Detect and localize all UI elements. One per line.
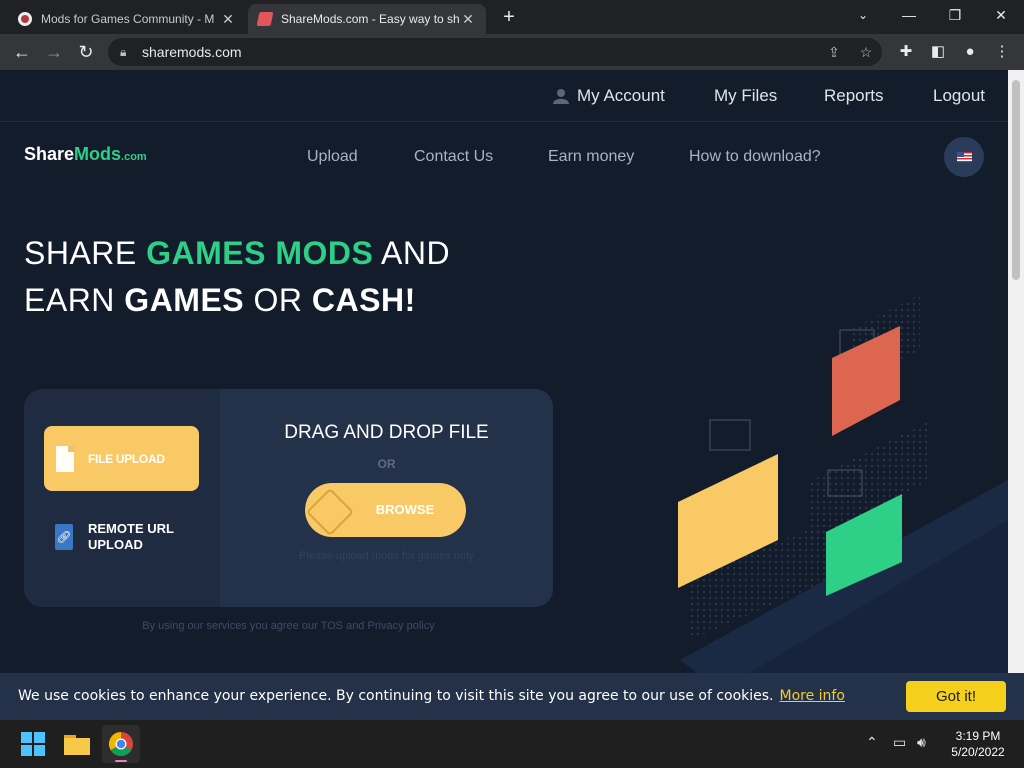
nav-how-to-download[interactable]: How to download? xyxy=(689,148,821,166)
minimize-icon[interactable]: — xyxy=(886,0,932,30)
tab-title: ShareMods.com - Easy way to sh xyxy=(281,12,460,26)
back-arrow-icon[interactable]: ← xyxy=(8,38,36,66)
browser-menu-kebab-icon[interactable]: ⋮ xyxy=(988,38,1016,66)
browser-tab-mods-community[interactable]: Mods for Games Community - M ✕ xyxy=(8,4,246,34)
file-upload-label: FILE UPLOAD xyxy=(88,451,165,466)
language-selector[interactable] xyxy=(944,137,984,177)
share-icon[interactable]: ⇪ xyxy=(822,38,846,66)
remote-url-upload-button[interactable]: 🔗︎ REMOTE URL UPLOAD xyxy=(44,507,199,567)
document-icon xyxy=(56,445,74,472)
logo-share-text: Share xyxy=(24,144,75,164)
browser-tab-bar: Mods for Games Community - M ✕ ShareMods… xyxy=(0,0,1024,34)
scrollbar-thumb[interactable] xyxy=(1012,80,1020,280)
clock-date: 5/20/2022 xyxy=(951,745,1005,759)
windows-taskbar: ⌃ ▭ 🔊︎ 3:19 PM 5/20/2022 xyxy=(0,720,1024,768)
hero-line-2: EARN GAMES OR CASH! xyxy=(24,277,450,324)
cookie-consent-bar: We use cookies to enhance your experienc… xyxy=(0,673,1024,720)
browser-tab-sharemods[interactable]: ShareMods.com - Easy way to sh ✕ xyxy=(248,4,486,34)
window-close-icon[interactable]: ✕ xyxy=(978,0,1024,30)
new-tab-plus-icon[interactable]: + xyxy=(498,6,520,28)
logo-com-text: .com xyxy=(121,151,147,163)
reports-link[interactable]: Reports xyxy=(824,86,884,106)
cookie-message: We use cookies to enhance your experienc… xyxy=(18,688,845,704)
side-panel-icon[interactable]: ◧ xyxy=(924,38,952,66)
taskbar-clock[interactable]: 3:19 PM 5/20/2022 xyxy=(942,728,1014,760)
url-text: sharemods.com xyxy=(142,44,242,60)
hero-bold: GAMES xyxy=(124,282,245,318)
account-nav: My Account My Files Reports Logout xyxy=(0,70,1008,122)
browse-button[interactable]: BROWSE xyxy=(305,483,466,537)
extensions-puzzle-icon[interactable]: ✚ xyxy=(892,38,920,66)
hero-bold: CASH! xyxy=(311,282,416,318)
hero-text: OR xyxy=(244,282,312,318)
nav-contact-us[interactable]: Contact Us xyxy=(414,148,493,166)
tab-search-chevron-icon[interactable]: ⌄ xyxy=(840,0,886,30)
tab-title: Mods for Games Community - M xyxy=(41,12,215,26)
isometric-folders-illustration xyxy=(600,295,1008,720)
restore-icon[interactable]: ❐ xyxy=(932,0,978,30)
upload-hint: Please upload mods for games only xyxy=(299,550,474,562)
file-upload-button[interactable]: FILE UPLOAD xyxy=(44,426,199,491)
nav-earn-money[interactable]: Earn money xyxy=(548,148,634,166)
tray-chevron-up-icon[interactable]: ⌃ xyxy=(866,734,878,751)
profile-avatar-icon[interactable]: ● xyxy=(956,38,984,66)
mods-community-favicon-icon xyxy=(18,12,32,26)
sharemods-logo[interactable]: ShareMods.com xyxy=(24,144,147,165)
hero-text: EARN xyxy=(24,282,125,318)
remote-url-line-1: REMOTE URL xyxy=(88,521,174,536)
browser-toolbar: ← → ↻ 🔒︎ sharemods.com ⇪ ☆ ✚ ◧ ● ⋮ xyxy=(0,34,1024,70)
clock-time: 3:19 PM xyxy=(955,729,1001,743)
my-account-link[interactable]: My Account xyxy=(577,86,665,106)
my-files-link[interactable]: My Files xyxy=(714,86,777,106)
tos-notice: By using our services you agree our TOS … xyxy=(142,620,435,632)
logout-link[interactable]: Logout xyxy=(933,86,985,106)
remote-url-line-2: UPLOAD xyxy=(88,537,143,552)
volume-icon[interactable]: 🔊︎ xyxy=(917,734,926,751)
sharemods-favicon-icon xyxy=(256,12,274,26)
remote-url-upload-label: REMOTE URL UPLOAD xyxy=(88,521,174,553)
reload-icon[interactable]: ↻ xyxy=(72,38,100,66)
or-divider: OR xyxy=(377,457,396,471)
close-tab-icon[interactable]: ✕ xyxy=(220,11,236,28)
browse-label: BROWSE xyxy=(375,502,435,517)
page-scrollbar[interactable] xyxy=(1008,70,1024,720)
user-icon xyxy=(553,89,569,104)
cookie-text: We use cookies to enhance your experienc… xyxy=(18,688,774,704)
close-tab-icon[interactable]: ✕ xyxy=(460,11,476,28)
bookmark-star-icon[interactable]: ☆ xyxy=(854,38,878,66)
file-explorer-folder-icon[interactable] xyxy=(58,725,96,763)
start-windows-icon[interactable] xyxy=(14,725,52,763)
link-document-icon: 🔗︎ xyxy=(55,524,73,550)
address-bar[interactable]: 🔒︎ sharemods.com ⇪ ☆ xyxy=(108,38,882,66)
us-flag-icon xyxy=(957,152,972,162)
got-it-button[interactable]: Got it! xyxy=(906,681,1006,712)
drag-and-drop-title: DRAG AND DROP FILE xyxy=(284,422,489,443)
more-info-link[interactable]: More info xyxy=(780,688,845,704)
hero-text: SHARE xyxy=(24,235,147,271)
sharemods-page: My Account My Files Reports Logout Share… xyxy=(0,70,1008,720)
upload-panel: FILE UPLOAD 🔗︎ REMOTE URL UPLOAD DRAG AN… xyxy=(24,389,553,607)
lock-icon: 🔒︎ xyxy=(120,45,127,59)
logo-mods-text: Mods xyxy=(74,144,122,164)
forward-arrow-icon[interactable]: → xyxy=(40,38,68,66)
hero-text: AND xyxy=(373,235,451,271)
hero-headline: SHARE GAMES MODS AND EARN GAMES OR CASH! xyxy=(24,230,450,324)
chrome-icon[interactable] xyxy=(102,725,140,763)
hero-highlight: GAMES MODS xyxy=(146,235,374,271)
network-icon[interactable]: ▭ xyxy=(893,734,906,751)
hero-line-1: SHARE GAMES MODS AND xyxy=(24,230,450,277)
nav-upload[interactable]: Upload xyxy=(307,148,358,166)
